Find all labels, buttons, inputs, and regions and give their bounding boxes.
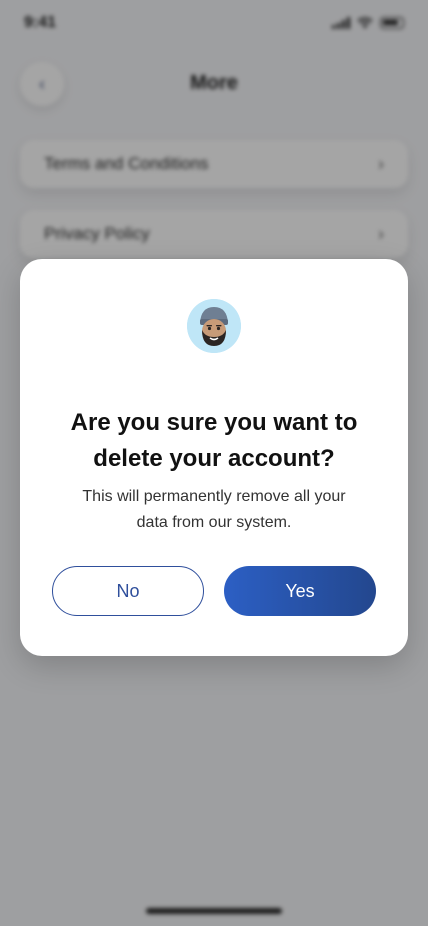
delete-account-dialog: Are you sure you want to delete your acc… bbox=[20, 259, 408, 656]
avatar-icon bbox=[187, 299, 241, 353]
no-button[interactable]: No bbox=[52, 566, 204, 616]
yes-button[interactable]: Yes bbox=[224, 566, 376, 616]
dialog-title-line: Are you sure you want to bbox=[70, 409, 358, 436]
avatar bbox=[187, 299, 241, 353]
dialog-title-line: delete your account? bbox=[93, 445, 335, 472]
dialog-message-line: This will permanently remove all your bbox=[82, 488, 346, 505]
dialog-message: This will permanently remove all your da… bbox=[60, 484, 368, 536]
dialog-title: Are you sure you want to delete your acc… bbox=[40, 405, 388, 477]
dialog-message-line: data from our system. bbox=[136, 514, 292, 531]
